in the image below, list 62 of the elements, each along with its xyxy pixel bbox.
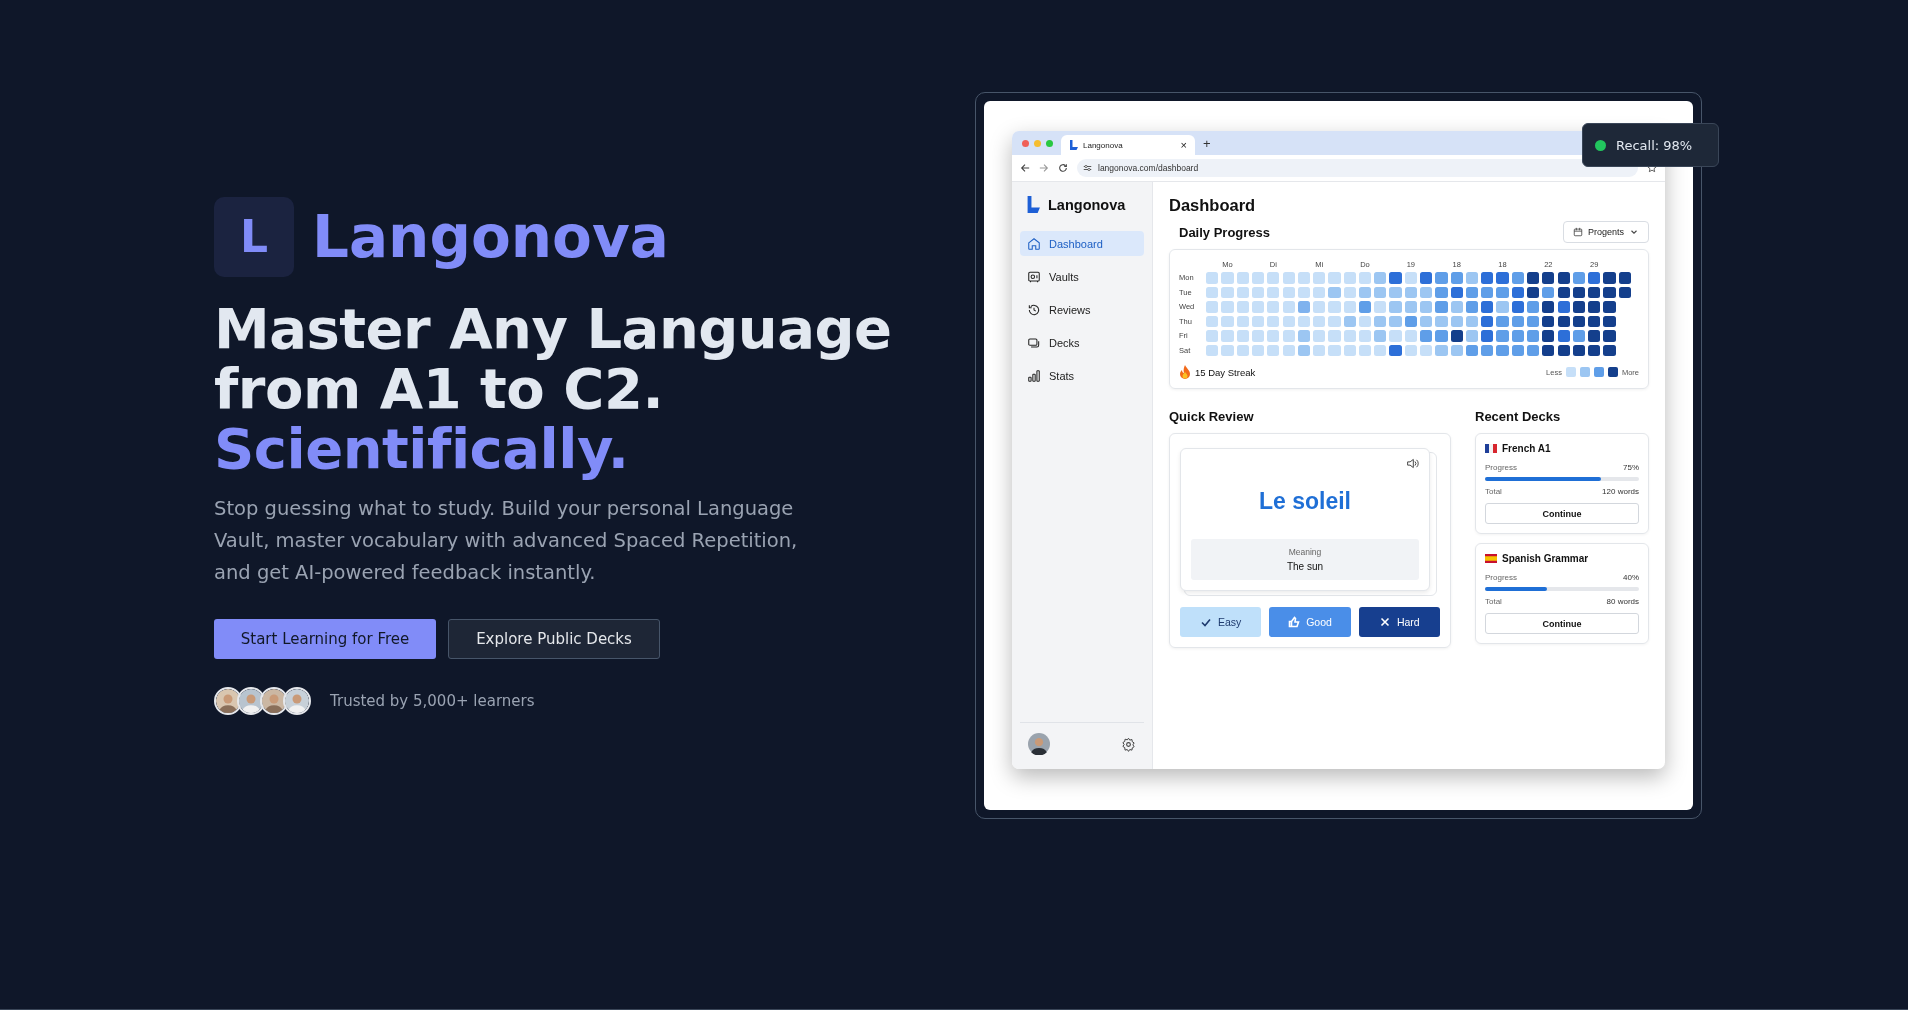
total-value: 80 words [1606,597,1639,606]
progress-label: Progress [1485,463,1517,472]
history-icon [1027,302,1041,317]
flag-icon [1485,554,1497,563]
home-icon [1027,236,1041,251]
nav-item[interactable]: Reviews [1020,297,1144,322]
continue-button[interactable]: Continue [1485,613,1639,634]
section-title: Quick Review [1169,409,1255,424]
thumbs-up-icon [1288,616,1301,628]
progress-label: Progress [1485,573,1517,582]
speaker-icon[interactable] [1406,457,1419,470]
brand-name: Langonova [312,202,669,271]
description: Stop guessing what to study. Build your personal Language Vault, master vocabulary with advanced Spaced Repetition, and get AI-powered feedback instantly. [214,495,799,586]
total-label: Total [1485,487,1502,496]
flag-icon [1485,444,1497,453]
bar-chart-icon [1027,368,1041,383]
meaning-label: Meaning [1288,547,1322,557]
avatar-icon [283,686,311,715]
section-title: Daily Progress [1179,224,1271,240]
start-button[interactable]: Start Learning for Free [214,618,436,659]
new-tab-button[interactable]: + [1203,135,1211,151]
headline: Master Any Language from A1 to C2. Scientifically. [214,298,893,479]
deck-title: Spanish Grammar [1502,553,1589,564]
trust-text: Trusted by 5,000+ learners [330,691,535,710]
nav-item[interactable]: Stats [1020,363,1144,388]
app-name: Langonova [1048,196,1126,213]
cards-icon [1027,335,1041,350]
nav-item[interactable]: Vaults [1020,264,1144,289]
total-label: Total [1485,597,1502,606]
deck-title: French A1 [1502,443,1551,454]
logo-icon: L [214,196,294,277]
logo-icon [1026,196,1040,213]
avatar-icon[interactable] [1028,733,1050,755]
browser-tab[interactable]: Langonova × [1061,135,1195,155]
progress-value: 75% [1623,463,1639,472]
window-controls-icon[interactable] [1022,139,1053,147]
nav-item[interactable]: Decks [1020,330,1144,355]
check-icon [1200,616,1212,628]
flashcard-word: Le soleil [1257,488,1352,515]
sliders-icon [1083,164,1092,172]
nav-item[interactable]: Dashboard [1020,231,1144,256]
streak-text: 15 Day Streak [1195,366,1256,378]
meaning-text: The sun [1286,561,1324,572]
continue-button[interactable]: Continue [1485,503,1639,524]
back-icon[interactable] [1020,163,1030,173]
filter-dropdown[interactable]: Progents [1562,221,1649,243]
favicon-icon [1069,140,1078,150]
progress-value: 40% [1623,573,1639,582]
explore-button[interactable]: Explore Public Decks [448,618,660,659]
total-value: 120 words [1602,487,1639,496]
safe-icon [1027,269,1041,284]
calendar-icon [1572,227,1583,237]
settings-icon[interactable] [1121,736,1136,752]
recall-badge: Recall: 98% [1582,123,1719,167]
hard-button[interactable]: Hard [1358,607,1440,637]
reload-icon[interactable] [1058,163,1068,173]
section-title: Recent Decks [1475,409,1562,424]
address-bar[interactable]: langonova.com/dashboard [1077,159,1638,177]
page-title: Dashboard [1169,196,1257,215]
flame-icon [1179,365,1191,379]
easy-button[interactable]: Easy [1180,607,1262,637]
close-icon [1378,616,1391,628]
